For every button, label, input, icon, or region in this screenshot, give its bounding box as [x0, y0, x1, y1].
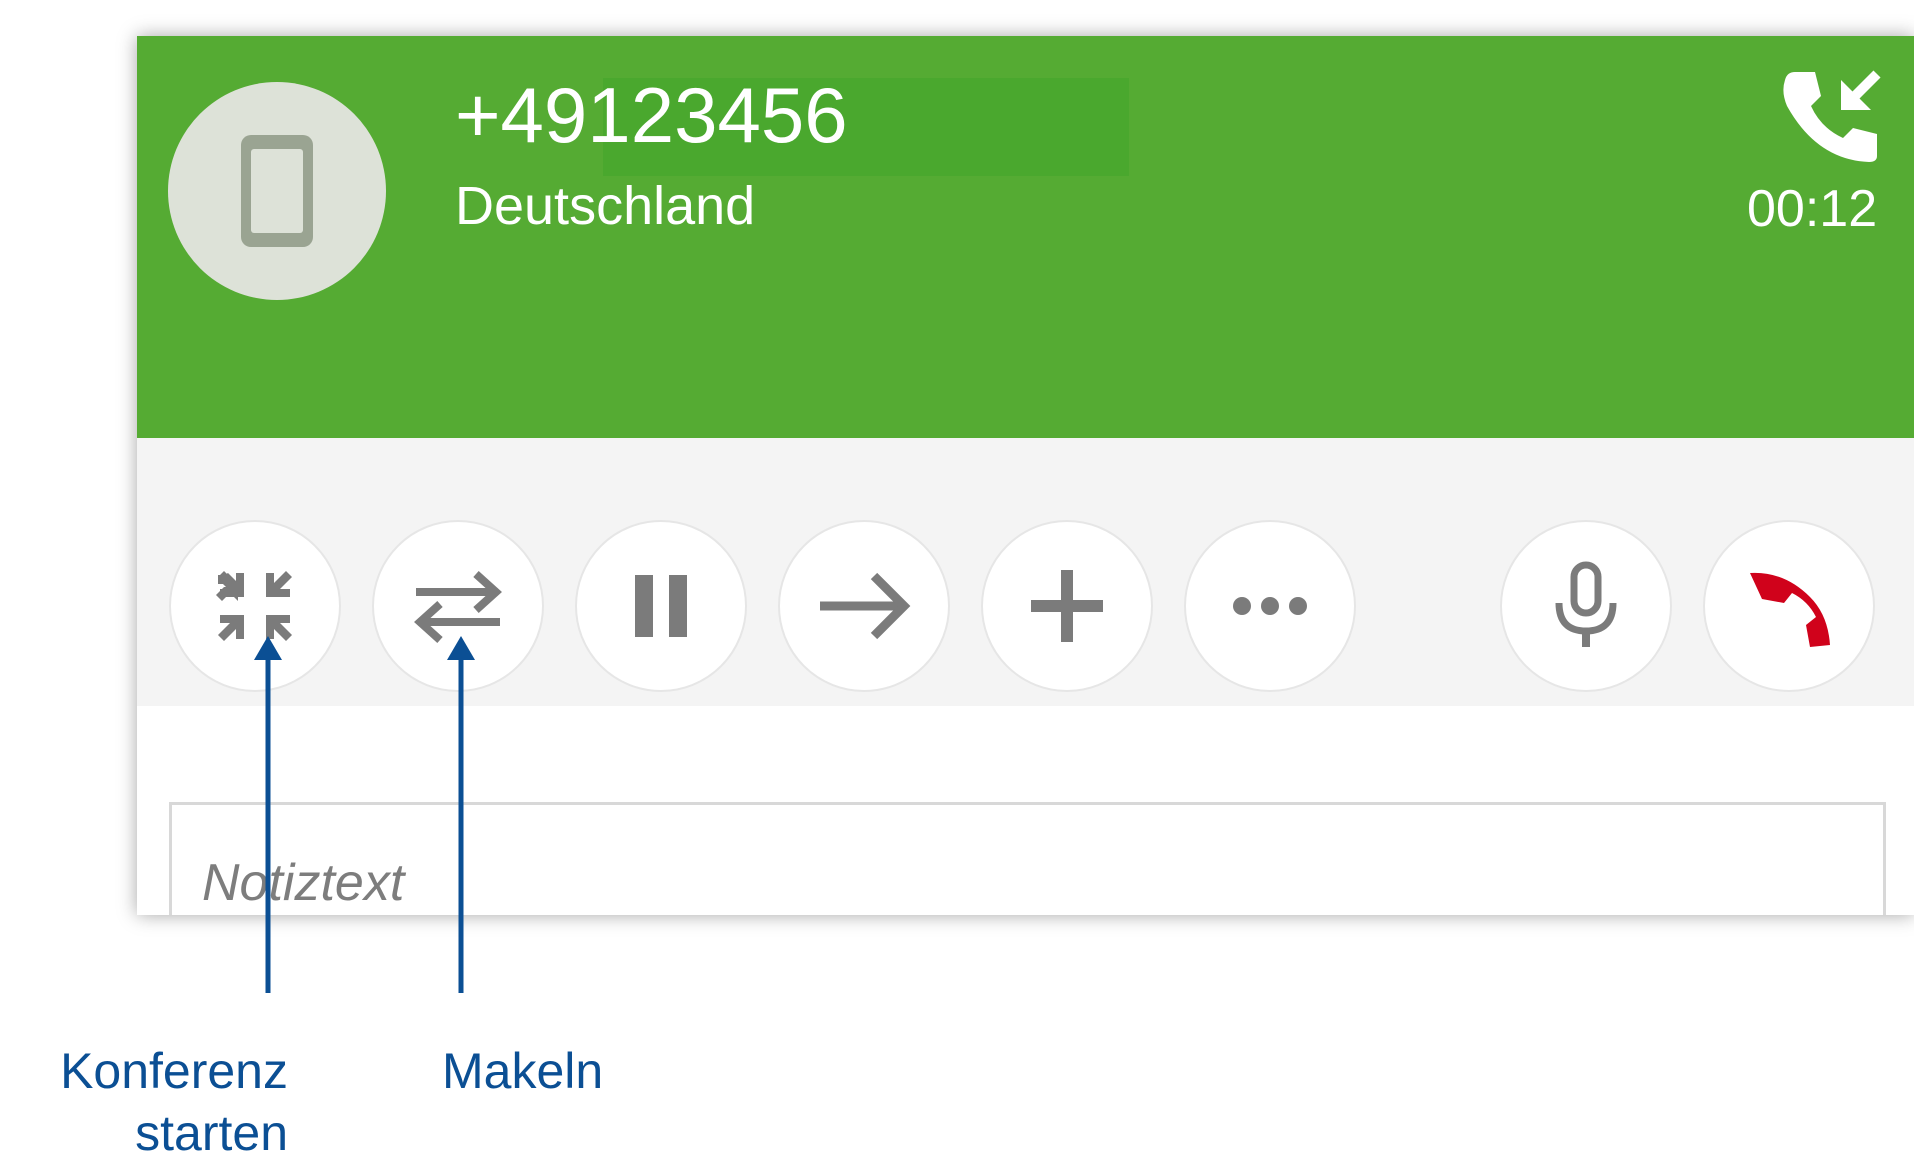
conference-annotation: Konferenz starten — [40, 1040, 288, 1164]
conference-annotation-line2: starten — [135, 1105, 288, 1161]
conference-annotation-arrow — [254, 636, 282, 993]
swap-annotation-arrow — [447, 636, 475, 993]
conference-annotation-line1: Konferenz — [60, 1043, 288, 1099]
annotation-arrows — [254, 636, 475, 993]
swap-annotation: Makeln — [442, 1043, 604, 1099]
